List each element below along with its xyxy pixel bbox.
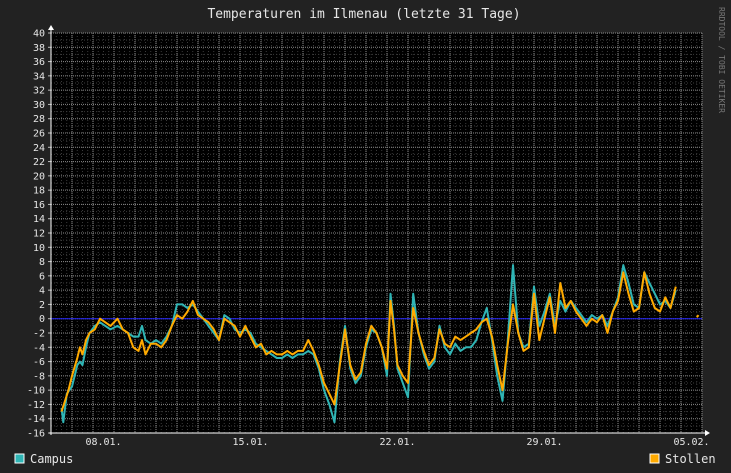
y-tick-label: 36 [33,57,45,68]
chart-watermark: RRDTOOL / TOBI OETIKER [717,7,726,113]
y-tick-label: 32 [33,86,45,97]
y-tick-label: 28 [33,114,45,125]
chart-title: Temperaturen im Ilmenau (letzte 31 Tage) [207,7,520,22]
x-tick-label: 15.01. [232,437,268,448]
x-axis-arrow [705,430,710,436]
y-tick-label: -14 [27,414,45,425]
y-tick-label: 16 [33,200,45,211]
y-axis-arrow [48,25,54,30]
y-tick-label: 26 [33,129,45,140]
legend-swatch-stollen [649,453,660,464]
y-tick-label: 40 [33,29,45,40]
y-tick-label: 0 [39,314,45,325]
y-tick-label: 24 [33,143,45,154]
y-tick-label: -10 [27,386,45,397]
x-tick-label: 05.02. [673,437,709,448]
y-tick-label: 30 [33,100,45,111]
y-tick-label: 4 [39,286,45,297]
chart-svg: Temperaturen im Ilmenau (letzte 31 Tage)… [14,7,726,466]
y-tick-label: 38 [33,43,45,54]
y-tick-label: 12 [33,229,45,240]
y-tick-label: 22 [33,157,45,168]
legend-label-campus: Campus [30,452,73,466]
y-tick-label: 8 [39,257,45,268]
x-tick-label: 08.01. [85,437,121,448]
y-tick-label: -8 [33,371,45,382]
x-tick-label: 29.01. [526,437,562,448]
chart-container: Temperaturen im Ilmenau (letzte 31 Tage)… [0,0,731,473]
y-tick-label: -6 [33,357,45,368]
legend-swatch-campus [14,453,25,464]
legend: Campus Stollen [14,452,716,466]
y-tick-label: -16 [27,429,45,440]
y-tick-label: 18 [33,186,45,197]
y-tick-label: 34 [33,71,45,82]
y-tick-label: 6 [39,271,45,282]
y-tick-label: -2 [33,329,45,340]
y-tick-label: -12 [27,400,45,411]
y-tick-label: 20 [33,171,45,182]
y-tick-label: 14 [33,214,45,225]
y-tick-label: 10 [33,243,45,254]
y-tick-label: -4 [33,343,45,354]
legend-label-stollen: Stollen [665,452,716,466]
y-tick-label: 2 [39,300,45,311]
x-tick-label: 22.01. [379,437,415,448]
